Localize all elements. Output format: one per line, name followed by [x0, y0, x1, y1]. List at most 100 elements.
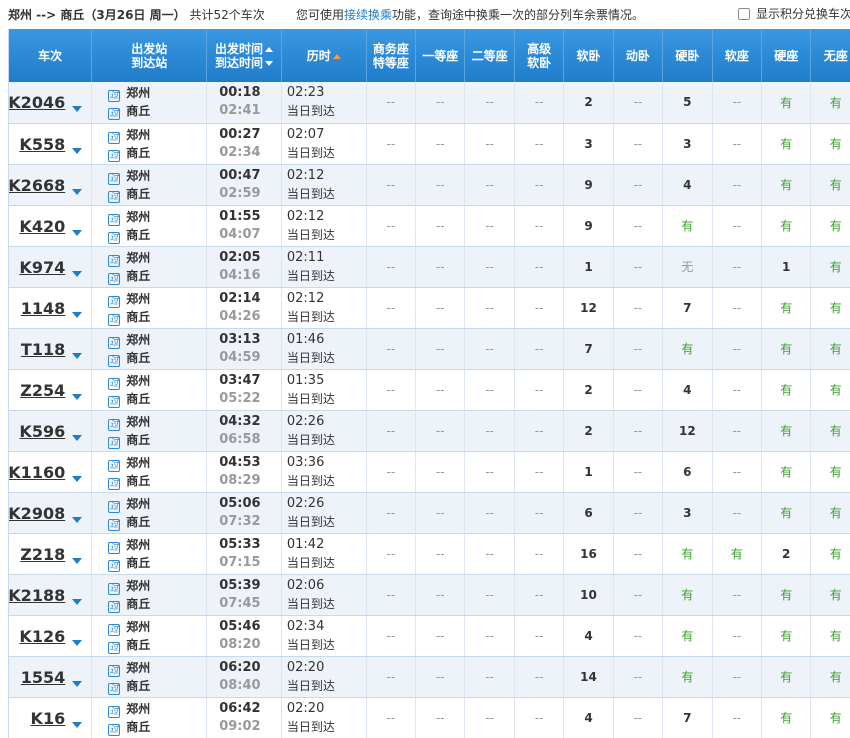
table-row[interactable]: K1160 过郑州过商丘 04:53 08:29 03:36 当日到达 -- -- -- -- 1-…	[9, 451, 850, 493]
seat-soft-sleeper[interactable]: 2	[563, 369, 614, 411]
seat-hard-sleeper[interactable]: 6	[662, 451, 713, 493]
seat-first[interactable]: --	[415, 123, 466, 165]
seat-hard-seat[interactable]: 有	[761, 82, 812, 124]
seat-soft-seat[interactable]: --	[712, 410, 762, 452]
table-row[interactable]: 1554 过郑州过商丘 06:20 08:40 02:20 当日到达 -- -- -- -- 14-…	[9, 656, 850, 698]
seat-hard-seat[interactable]: 有	[761, 615, 812, 657]
seat-deluxe[interactable]: --	[514, 205, 565, 247]
train-code-link[interactable]: 1148	[21, 299, 66, 318]
seat-emu-sleeper[interactable]: --	[613, 287, 664, 329]
table-row[interactable]: K420 过郑州过商丘 01:55 04:07 02:12 当日到达 -- -- -- -- 9 --…	[9, 205, 850, 247]
seat-standing[interactable]: 有	[810, 287, 850, 329]
seat-deluxe[interactable]: --	[514, 697, 565, 738]
chevron-down-icon[interactable]	[72, 475, 83, 482]
seat-first[interactable]: --	[415, 164, 466, 206]
seat-first[interactable]: --	[415, 82, 466, 124]
seat-soft-seat[interactable]: --	[712, 615, 762, 657]
seat-standing[interactable]: 有	[810, 615, 850, 657]
seat-deluxe[interactable]: --	[514, 574, 565, 616]
seat-standing[interactable]: 有	[810, 697, 850, 738]
seat-standing[interactable]: 有	[810, 369, 850, 411]
seat-standing[interactable]: 有	[810, 574, 850, 616]
seat-business[interactable]: --	[366, 328, 417, 370]
seat-deluxe[interactable]: --	[514, 451, 565, 493]
seat-soft-sleeper[interactable]: 14	[563, 656, 614, 698]
seat-standing[interactable]: 有	[810, 328, 850, 370]
train-code-link[interactable]: T118	[21, 340, 65, 359]
seat-hard-sleeper[interactable]: 3	[662, 123, 713, 165]
seat-soft-sleeper[interactable]: 9	[563, 205, 614, 247]
seat-second[interactable]: --	[464, 246, 515, 288]
seat-second[interactable]: --	[464, 656, 515, 698]
train-code-link[interactable]: K2188	[9, 586, 65, 605]
seat-emu-sleeper[interactable]: --	[613, 164, 664, 206]
chevron-down-icon[interactable]	[72, 516, 83, 523]
seat-deluxe[interactable]: --	[514, 533, 565, 575]
seat-second[interactable]: --	[464, 574, 515, 616]
seat-second[interactable]: --	[464, 287, 515, 329]
seat-hard-seat[interactable]: 有	[761, 369, 812, 411]
seat-first[interactable]: --	[415, 656, 466, 698]
seat-hard-seat[interactable]: 有	[761, 328, 812, 370]
seat-emu-sleeper[interactable]: --	[613, 369, 664, 411]
seat-soft-seat[interactable]: --	[712, 123, 762, 165]
seat-soft-seat[interactable]: --	[712, 574, 762, 616]
seat-soft-sleeper[interactable]: 9	[563, 164, 614, 206]
seat-first[interactable]: --	[415, 697, 466, 738]
seat-business[interactable]: --	[366, 123, 417, 165]
train-code-link[interactable]: K16	[31, 709, 66, 728]
seat-hard-sleeper[interactable]: 有	[662, 328, 713, 370]
seat-business[interactable]: --	[366, 615, 417, 657]
table-row[interactable]: K2668 过郑州过商丘 00:47 02:59 02:12 当日到达 -- -- -- -- 9-…	[9, 164, 850, 206]
train-code-link[interactable]: K596	[19, 422, 65, 441]
seat-standing[interactable]: 有	[810, 123, 850, 165]
seat-hard-sleeper[interactable]: 无	[662, 246, 713, 288]
seat-soft-seat[interactable]: --	[712, 328, 762, 370]
seat-soft-sleeper[interactable]: 3	[563, 123, 614, 165]
seat-soft-sleeper[interactable]: 4	[563, 697, 614, 738]
seat-standing[interactable]: 有	[810, 164, 850, 206]
seat-emu-sleeper[interactable]: --	[613, 656, 664, 698]
seat-hard-sleeper[interactable]: 3	[662, 492, 713, 534]
train-code-link[interactable]: K126	[19, 627, 65, 646]
chevron-down-icon[interactable]	[72, 721, 83, 728]
seat-business[interactable]: --	[366, 574, 417, 616]
seat-business[interactable]: --	[366, 287, 417, 329]
seat-second[interactable]: --	[464, 697, 515, 738]
train-code-link[interactable]: Z218	[20, 545, 65, 564]
chevron-down-icon[interactable]	[72, 680, 83, 687]
seat-business[interactable]: --	[366, 205, 417, 247]
chevron-down-icon[interactable]	[72, 639, 83, 646]
seat-second[interactable]: --	[464, 451, 515, 493]
seat-soft-seat[interactable]: 有	[712, 533, 762, 575]
seat-hard-sleeper[interactable]: 有	[662, 205, 713, 247]
train-code-link[interactable]: 1554	[21, 668, 66, 687]
seat-hard-sleeper[interactable]: 4	[662, 164, 713, 206]
seat-standing[interactable]: 有	[810, 656, 850, 698]
seat-hard-seat[interactable]: 有	[761, 205, 812, 247]
seat-hard-sleeper[interactable]: 有	[662, 574, 713, 616]
seat-business[interactable]: --	[366, 533, 417, 575]
table-row[interactable]: K2188 过郑州过商丘 05:39 07:45 02:06 当日到达 -- -- -- -- 10…	[9, 574, 850, 616]
seat-emu-sleeper[interactable]: --	[613, 492, 664, 534]
table-row[interactable]: Z218 过郑州过商丘 05:33 07:15 01:42 当日到达 -- -- -- -- 16-…	[9, 533, 850, 575]
seat-business[interactable]: --	[366, 246, 417, 288]
seat-soft-sleeper[interactable]: 16	[563, 533, 614, 575]
transfer-link[interactable]: 接续换乘	[344, 8, 392, 22]
seat-standing[interactable]: 有	[810, 246, 850, 288]
seat-business[interactable]: --	[366, 697, 417, 738]
seat-business[interactable]: --	[366, 492, 417, 534]
seat-hard-seat[interactable]: 1	[761, 246, 812, 288]
chevron-down-icon[interactable]	[72, 557, 83, 564]
seat-hard-seat[interactable]: 有	[761, 451, 812, 493]
table-row[interactable]: Z254 过郑州过商丘 03:47 05:22 01:35 当日到达 -- -- -- -- 2 --…	[9, 369, 850, 411]
chevron-down-icon[interactable]	[72, 434, 83, 441]
seat-first[interactable]: --	[415, 205, 466, 247]
seat-first[interactable]: --	[415, 410, 466, 452]
seat-second[interactable]: --	[464, 492, 515, 534]
seat-soft-seat[interactable]: --	[712, 656, 762, 698]
seat-hard-seat[interactable]: 有	[761, 697, 812, 738]
seat-hard-seat[interactable]: 有	[761, 123, 812, 165]
seat-soft-seat[interactable]: --	[712, 287, 762, 329]
chevron-down-icon[interactable]	[72, 147, 83, 154]
